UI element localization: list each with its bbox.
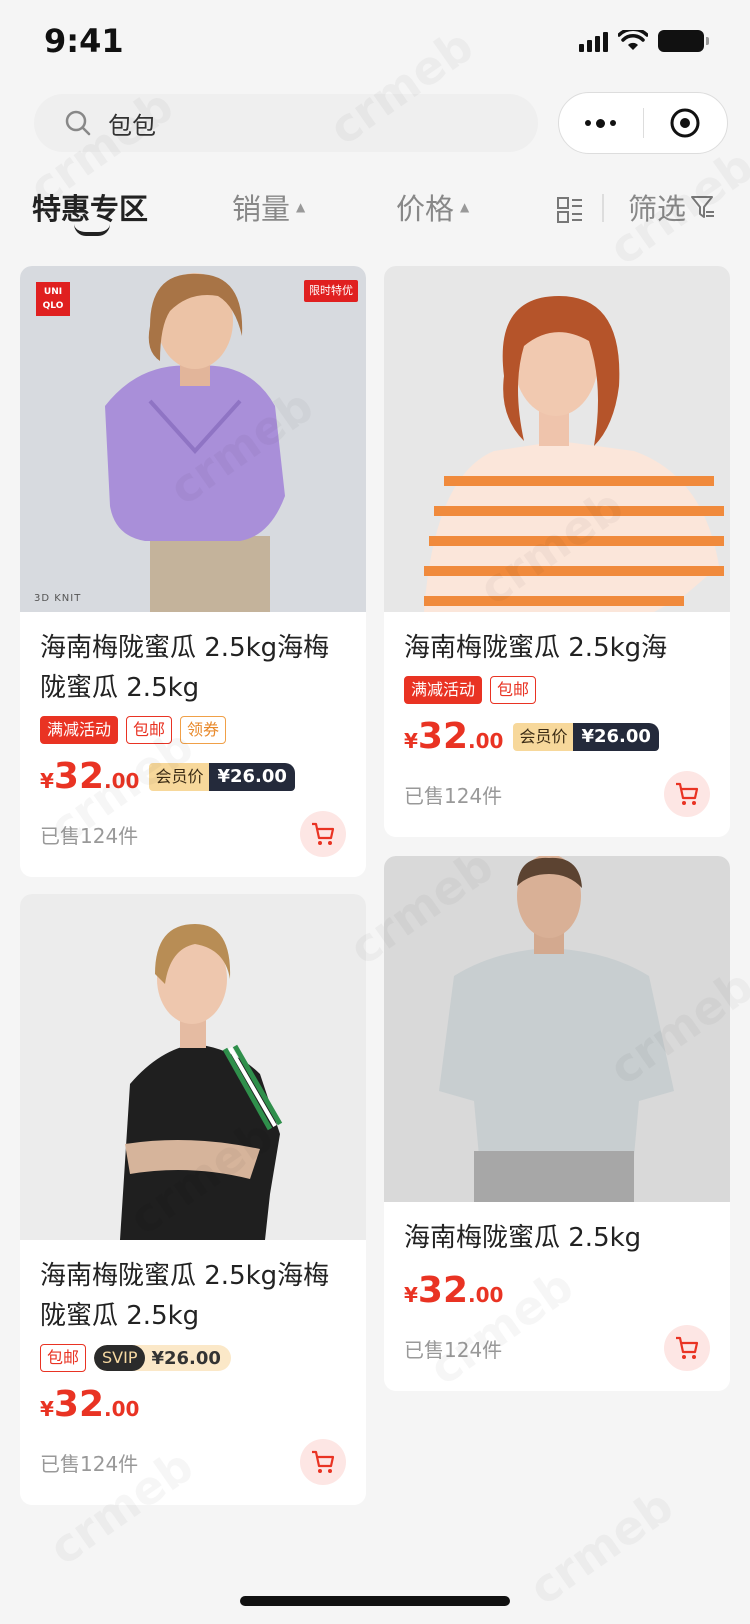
add-to-cart-button[interactable] [300, 1439, 346, 1485]
product-image[interactable] [20, 894, 366, 1240]
filter-icon [691, 196, 715, 218]
sold-count: 已售124件 [40, 1451, 139, 1476]
brand-logo: UNI QLO [36, 282, 70, 316]
price-row: ¥32.00 [404, 1270, 710, 1311]
tag: 包邮 [126, 716, 173, 744]
more-icon [585, 118, 617, 128]
wifi-icon [618, 30, 648, 50]
coupon-tag[interactable]: 领券 [180, 716, 227, 744]
add-to-cart-button[interactable] [300, 811, 346, 857]
product-price: ¥32.00 [404, 716, 504, 757]
signal-icon [579, 30, 608, 52]
tab-sales[interactable]: 销量 ▲ [232, 186, 305, 228]
active-tab-indicator [74, 224, 110, 236]
product-price: ¥32.00 [404, 1270, 504, 1311]
product-image[interactable]: UNI QLO 限时特优 3D KNIT [20, 266, 366, 612]
status-bar: 9:41 [0, 0, 750, 84]
product-price: ¥32.00 [40, 756, 140, 797]
add-to-cart-button[interactable] [664, 771, 710, 817]
cart-icon [676, 1336, 699, 1359]
search-icon [65, 110, 91, 136]
tag-list: 包邮 SVIP ¥26.00 [40, 1344, 346, 1372]
product-image[interactable] [384, 856, 730, 1202]
status-icons [579, 30, 709, 52]
sold-count: 已售124件 [40, 823, 139, 848]
add-to-cart-button[interactable] [664, 1325, 710, 1371]
knit-label: 3D KNIT [34, 593, 82, 604]
tag: 满减活动 [404, 676, 483, 704]
battery-icon [658, 30, 709, 52]
promo-badge: 限时特优 [304, 280, 358, 302]
tag: 包邮 [40, 1344, 87, 1372]
product-title: 海南梅陇蜜瓜 2.5kg海梅陇蜜瓜 2.5kg [40, 633, 330, 703]
more-button[interactable] [559, 93, 643, 153]
tag: 包邮 [490, 676, 537, 704]
sold-count: 已售124件 [404, 783, 503, 808]
product-title: 海南梅陇蜜瓜 2.5kg [404, 1223, 642, 1253]
product-title: 海南梅陇蜜瓜 2.5kg海梅陇蜜瓜 2.5kg [40, 1261, 330, 1331]
sold-count: 已售124件 [404, 1337, 503, 1362]
price-row: ¥32.00 [40, 1384, 346, 1425]
product-image[interactable] [384, 266, 730, 612]
search-input[interactable]: 包包 [108, 106, 156, 141]
sort-arrow-icon: ▲ [460, 200, 470, 214]
target-icon [670, 108, 700, 138]
product-card[interactable]: 海南梅陇蜜瓜 2.5kg海 满减活动 包邮 ¥32.00 会员价 ¥26.00 … [384, 266, 730, 837]
tab-filter[interactable]: 筛选 [628, 186, 716, 228]
sort-arrow-icon: ▲ [296, 200, 306, 214]
mini-program-capsule [558, 92, 728, 154]
tab-special[interactable]: 特惠专区 [32, 186, 148, 228]
cart-icon [312, 1450, 335, 1473]
product-card[interactable]: 海南梅陇蜜瓜 2.5kg海梅陇蜜瓜 2.5kg 包邮 SVIP ¥26.00 ¥… [20, 894, 366, 1505]
tag-list: 满减活动 包邮 领券 [40, 716, 346, 744]
layout-toggle-icon[interactable] [556, 196, 584, 224]
tab-price[interactable]: 价格 ▲ [396, 186, 469, 228]
home-indicator [240, 1596, 510, 1606]
product-price: ¥32.00 [40, 1384, 140, 1425]
member-price-badge: 会员价 ¥26.00 [513, 722, 659, 751]
product-title: 海南梅陇蜜瓜 2.5kg海 [404, 633, 668, 663]
price-row: ¥32.00 会员价 ¥26.00 [404, 716, 710, 757]
filter-tabs: 特惠专区 销量 ▲ 价格 ▲ 筛选 [0, 182, 750, 238]
close-button[interactable] [644, 93, 728, 153]
product-card[interactable]: UNI QLO 限时特优 3D KNIT 海南梅陇蜜瓜 2.5kg海梅陇蜜瓜 2… [20, 266, 366, 877]
tag-list: 满减活动 包邮 [404, 676, 710, 704]
status-time: 9:41 [44, 22, 124, 60]
tag: 满减活动 [40, 716, 119, 744]
search-bar[interactable]: 包包 [34, 94, 538, 152]
svip-price-badge: SVIP ¥26.00 [94, 1345, 231, 1371]
member-price-badge: 会员价 ¥26.00 [149, 762, 295, 791]
product-card[interactable]: 海南梅陇蜜瓜 2.5kg ¥32.00 已售124件 [384, 856, 730, 1391]
cart-icon [676, 782, 699, 805]
price-row: ¥32.00 会员价 ¥26.00 [40, 756, 346, 797]
cart-icon [312, 822, 335, 845]
